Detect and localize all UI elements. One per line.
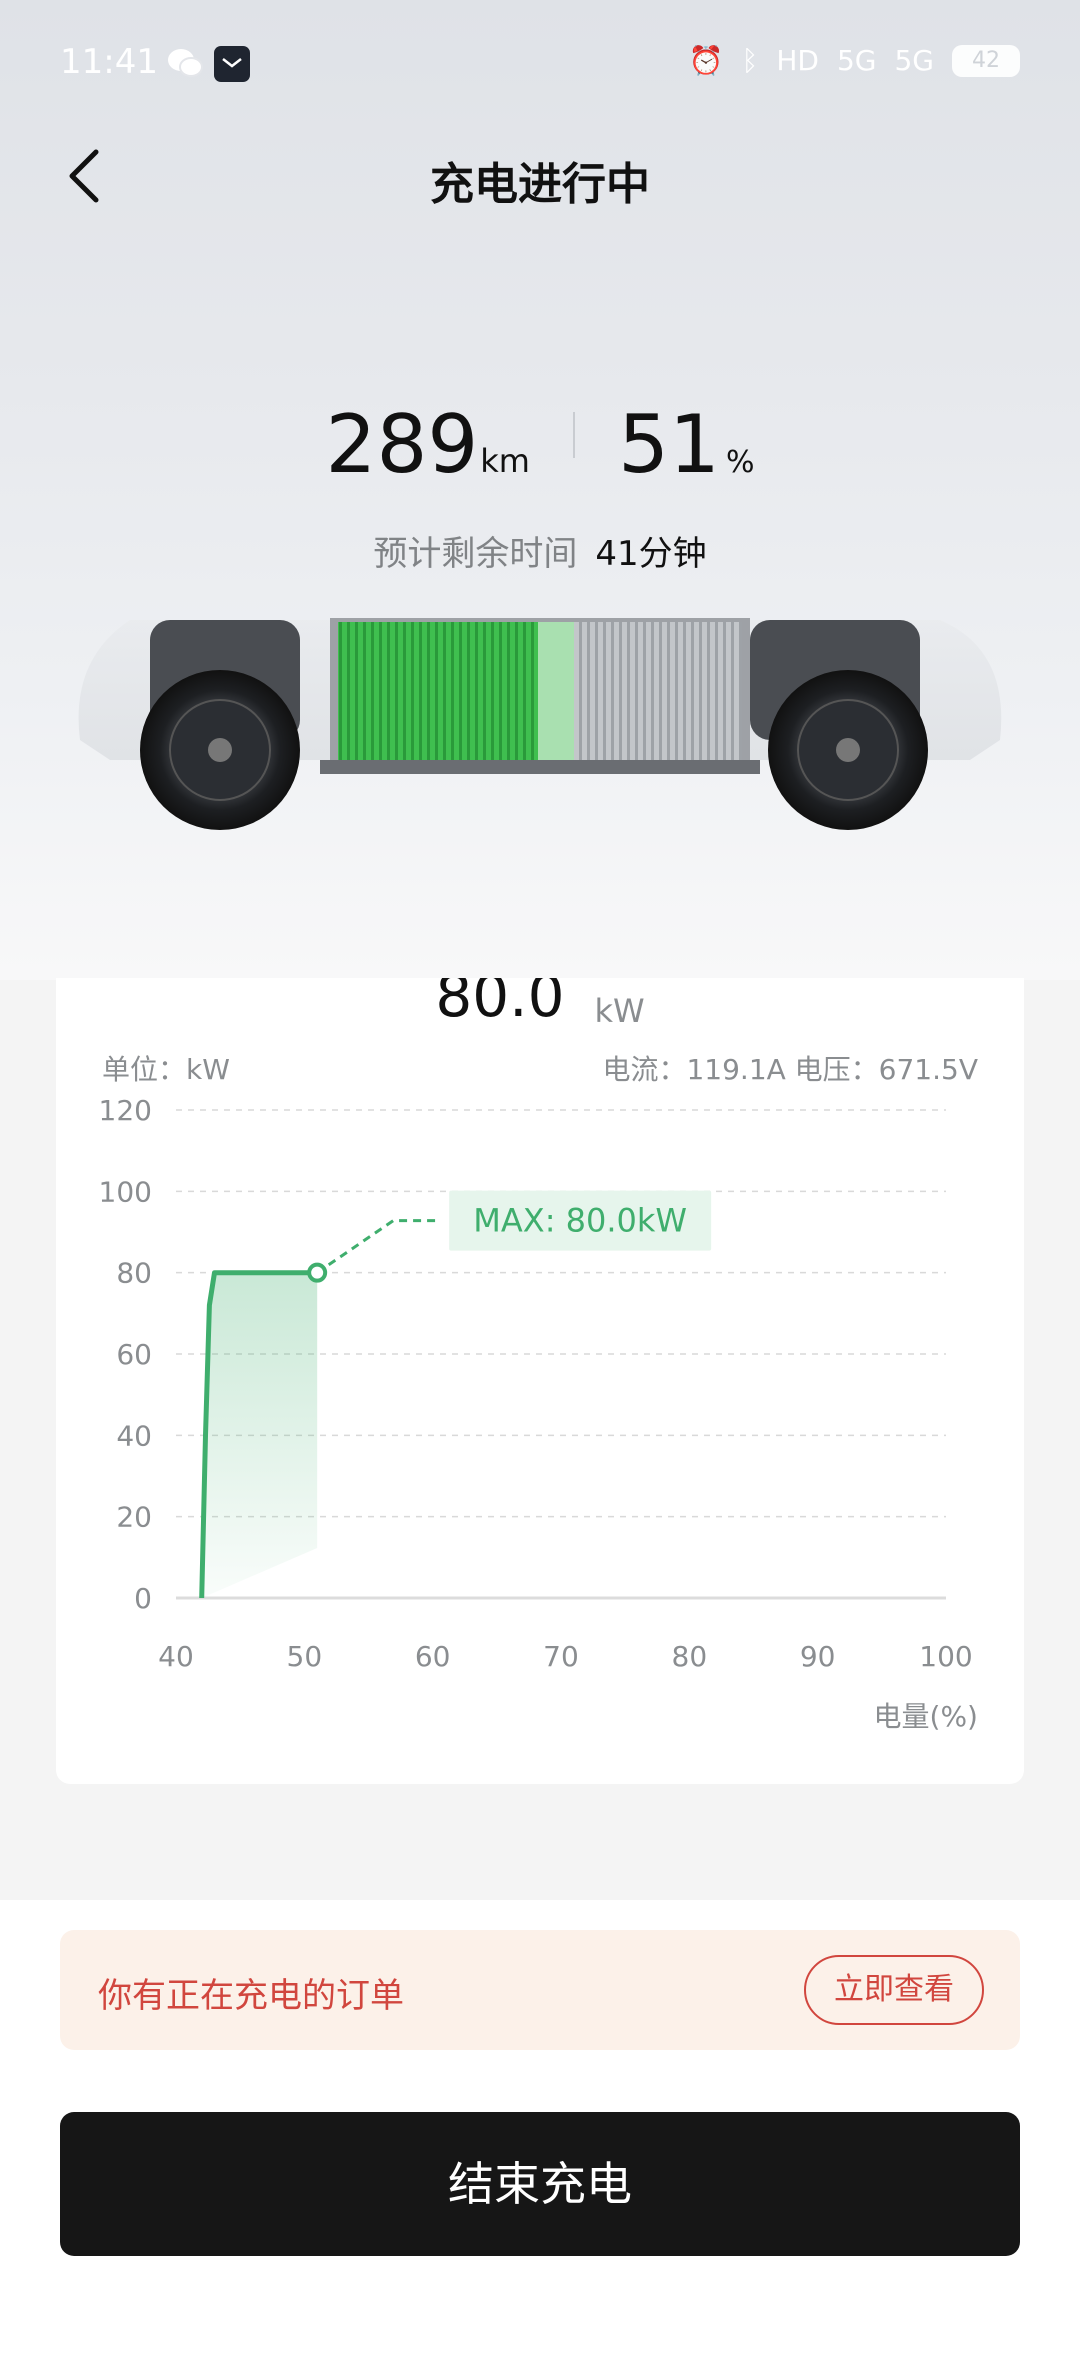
signal-icon: 5G (836, 44, 877, 77)
order-message: 你有正在充电的订单 (98, 1976, 404, 2016)
mail-icon (214, 46, 250, 82)
max-label: MAX: 80.0kW (473, 1202, 687, 1240)
x-tick-label: 70 (543, 1640, 579, 1673)
charge-summary: 289km 51% (0, 398, 1080, 491)
soc-value: 51 (618, 398, 720, 491)
status-time: 11:41 (60, 42, 158, 82)
signal-icon: 5G (894, 44, 934, 77)
x-tick-label: 50 (287, 1640, 323, 1673)
page-title: 充电进行中 (430, 159, 650, 210)
x-tick-label: 60 (415, 1640, 451, 1673)
end-charging-button[interactable]: 结束充电 (60, 2112, 1020, 2256)
bluetooth-icon: ᛒ (741, 44, 759, 77)
y-tick-label: 80 (116, 1257, 152, 1290)
x-tick-label: 40 (158, 1640, 194, 1673)
car-chassis-illustration (78, 618, 1002, 830)
battery-icon: 42 (952, 44, 1020, 77)
y-tick-label: 0 (134, 1582, 152, 1615)
y-tick-label: 60 (116, 1338, 152, 1371)
y-tick-label: 100 (99, 1175, 152, 1208)
max-leader-line (316, 1219, 436, 1274)
series-area (201, 1272, 318, 1598)
y-tick-label: 20 (116, 1501, 152, 1534)
wechat-icon (168, 49, 203, 77)
x-tick-label: 100 (919, 1640, 972, 1673)
range-value: 289 (325, 398, 479, 491)
y-tick-label: 40 (116, 1419, 152, 1452)
x-axis-label: 电量(%) (874, 1700, 978, 1733)
max-point (307, 1262, 328, 1283)
divider (573, 412, 576, 458)
power-chart-card: 80.0 kW 单位：kW 电流：119.1A 电压：671.5V 0 20 40 60… (56, 978, 1024, 1784)
alarm-icon: ⏰ (688, 44, 724, 77)
hd-icon: HD (776, 44, 819, 77)
y-tick-label: 120 (99, 1094, 152, 1127)
status-bar: 11:41 ⏰ ᛒ HD 5G 5G 42 (0, 30, 1080, 100)
x-tick-label: 90 (800, 1640, 836, 1673)
view-order-button[interactable]: 立即查看 (804, 1955, 984, 2025)
soc-unit: % (725, 445, 755, 480)
x-tick-label: 80 (672, 1640, 708, 1673)
active-order-banner: 你有正在充电的订单 立即查看 (60, 1930, 1020, 2050)
power-curve-chart: 0 20 40 60 80 100 120 40 50 60 70 80 90 100 MAX: 80.… (99, 1094, 978, 1733)
range-unit: km (480, 442, 530, 480)
